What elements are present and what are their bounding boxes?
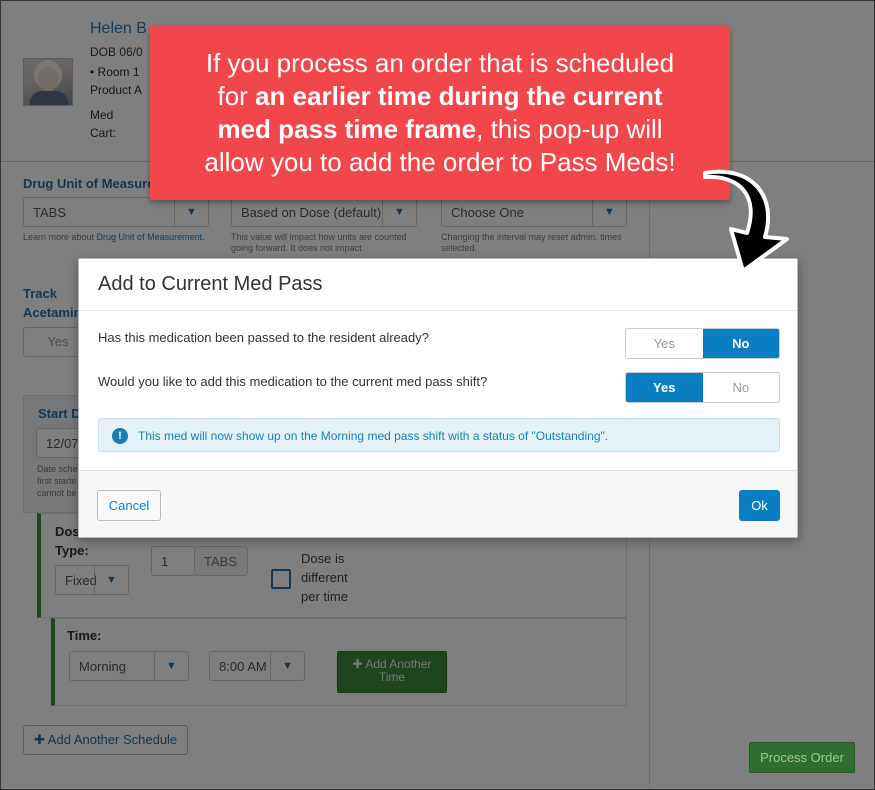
- info-alert-text: This med will now show up on the Morning…: [138, 429, 609, 443]
- screenshot-frame: Helen B DOB 06/0 • Room 1 Product A Med …: [0, 0, 875, 790]
- callout-line-3-bold: med pass time frame: [217, 114, 477, 144]
- modal-header-divider: [79, 310, 797, 311]
- callout-line-3-post: , this pop-up will: [476, 114, 663, 144]
- process-order-button[interactable]: Process Order: [749, 742, 855, 773]
- already-passed-yes-button[interactable]: Yes: [626, 329, 703, 358]
- curved-arrow-icon: [703, 169, 789, 273]
- add-to-med-pass-modal: Add to Current Med Pass Has this medicat…: [78, 258, 798, 538]
- cancel-button[interactable]: Cancel: [97, 490, 161, 521]
- add-to-shift-yes-button[interactable]: Yes: [626, 373, 703, 402]
- add-to-shift-toggle: Yes No: [625, 372, 780, 403]
- info-alert: ! This med will now show up on the Morni…: [98, 418, 780, 452]
- modal-footer: Cancel Ok: [79, 470, 797, 537]
- info-icon: !: [112, 428, 128, 444]
- callout-line-2: for an earlier time during the current: [160, 80, 720, 113]
- callout-line-3: med pass time frame, this pop-up will: [160, 113, 720, 146]
- callout-line-1: If you process an order that is schedule…: [205, 48, 675, 78]
- question-add-to-shift: Would you like to add this medication to…: [98, 374, 488, 389]
- already-passed-toggle: Yes No: [625, 328, 780, 359]
- modal-title: Add to Current Med Pass: [98, 273, 323, 295]
- question-already-passed: Has this medication been passed to the r…: [98, 330, 429, 345]
- callout-line-2-bold: an earlier time during the current: [255, 81, 663, 111]
- callout-text: If you process an order that is schedule…: [160, 47, 720, 179]
- ok-button[interactable]: Ok: [739, 490, 780, 521]
- callout-line-2-pre: for: [217, 81, 256, 111]
- add-to-shift-no-button[interactable]: No: [702, 373, 779, 402]
- already-passed-no-button[interactable]: No: [702, 329, 779, 358]
- instruction-callout: If you process an order that is schedule…: [150, 26, 730, 200]
- callout-line-4: allow you to add the order to Pass Meds!: [204, 147, 676, 177]
